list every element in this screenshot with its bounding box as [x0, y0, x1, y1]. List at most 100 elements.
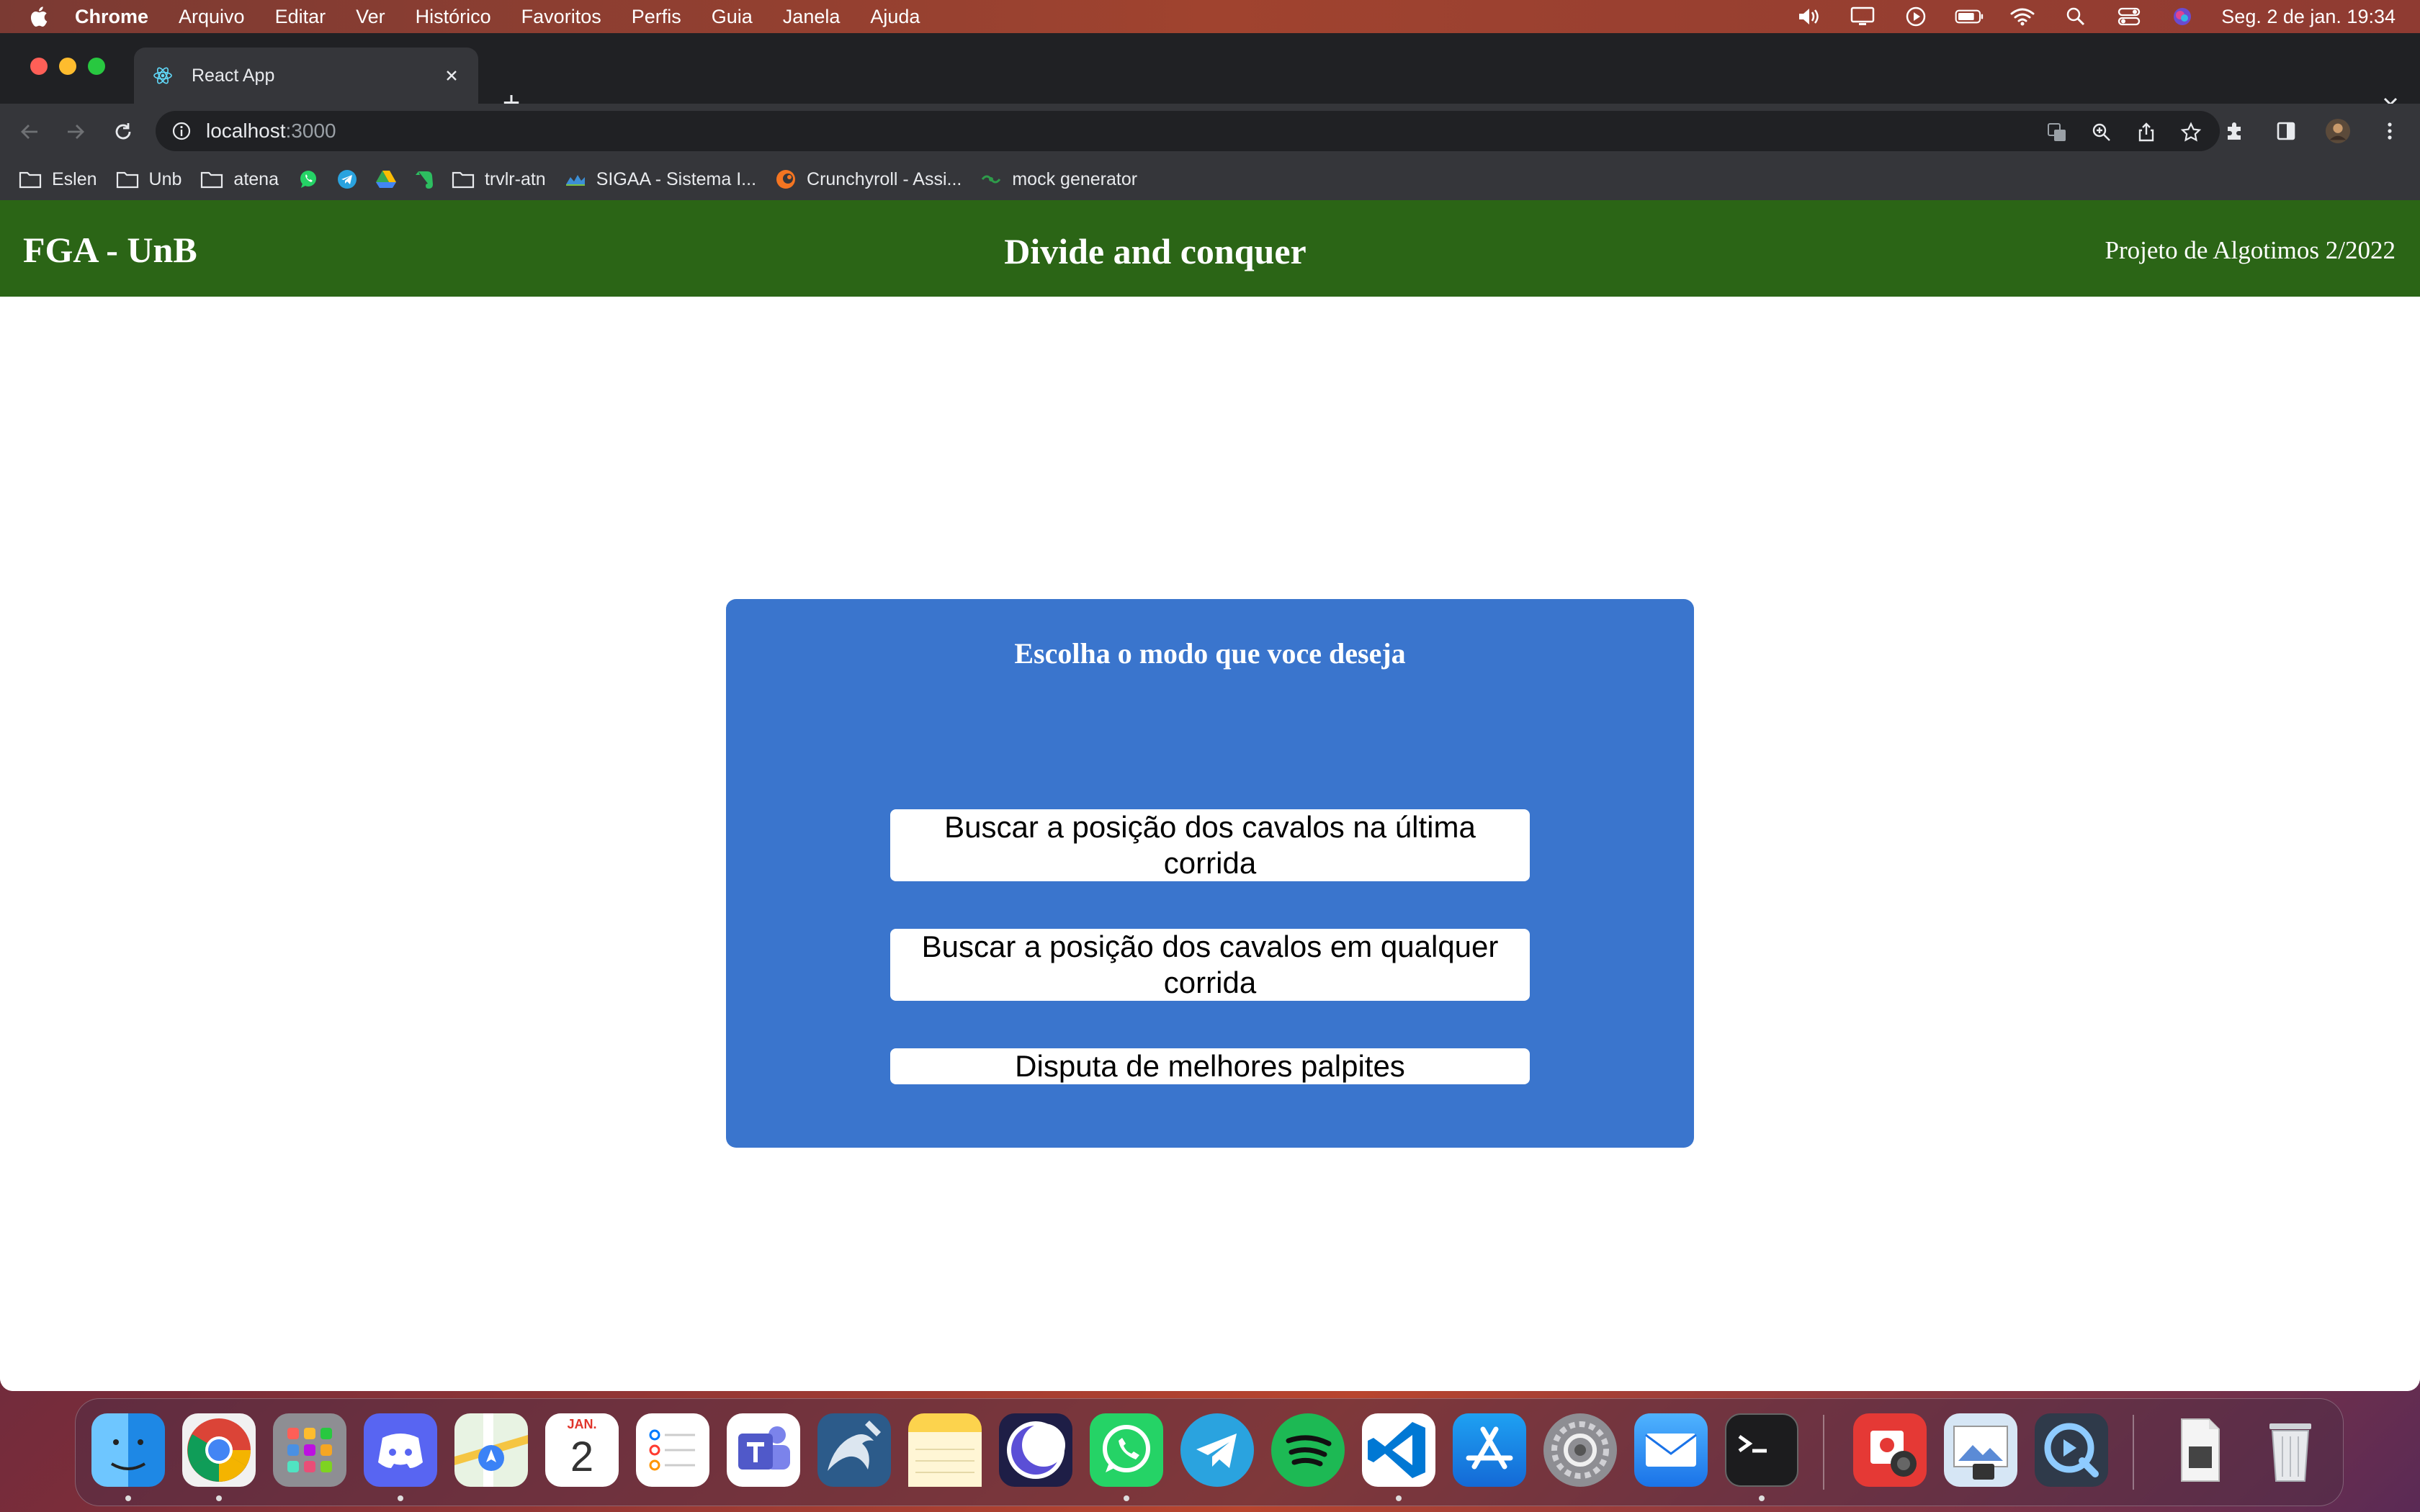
- tab-title: React App: [192, 65, 275, 86]
- menu-ver[interactable]: Ver: [356, 6, 385, 28]
- downloads-stack-icon[interactable]: [2163, 1413, 2236, 1487]
- bookmark-sigaa[interactable]: SIGAA - Sistema I...: [565, 169, 756, 190]
- running-indicator: [1759, 1495, 1765, 1501]
- vscode-icon[interactable]: [1362, 1413, 1435, 1487]
- photo-booth-icon[interactable]: [1853, 1413, 1927, 1487]
- running-indicator: [398, 1495, 403, 1501]
- quicktime-icon[interactable]: [2035, 1413, 2108, 1487]
- bookmark-label: Eslen: [52, 168, 97, 189]
- discord-icon[interactable]: [364, 1413, 437, 1487]
- tab-close-icon[interactable]: [439, 63, 464, 88]
- menu-historico[interactable]: Histórico: [416, 6, 491, 28]
- bookmark-mock-generator[interactable]: mock generator: [980, 169, 1137, 190]
- system-preferences-icon[interactable]: [1543, 1413, 1617, 1487]
- bookmark-unb[interactable]: Unb: [116, 169, 182, 190]
- running-indicator: [1124, 1495, 1129, 1501]
- bookmark-eslen[interactable]: Eslen: [19, 169, 97, 190]
- bookmark-star-icon[interactable]: [2178, 120, 2204, 145]
- moonlight-icon[interactable]: [999, 1413, 1072, 1487]
- share-icon[interactable]: [2133, 120, 2159, 145]
- siri-icon[interactable]: [2168, 6, 2197, 27]
- folder-icon: [116, 171, 138, 189]
- menu-editar[interactable]: Editar: [275, 6, 326, 28]
- teams-icon[interactable]: [727, 1413, 800, 1487]
- site-info-icon[interactable]: [170, 120, 193, 143]
- whatsapp-dock-icon[interactable]: [1090, 1413, 1163, 1487]
- side-panel-icon[interactable]: [2273, 118, 2299, 144]
- close-window-button[interactable]: [30, 58, 48, 75]
- battery-icon[interactable]: [1955, 6, 1984, 27]
- app-store-icon[interactable]: [1453, 1413, 1526, 1487]
- menu-perfis[interactable]: Perfis: [632, 6, 681, 28]
- bookmark-evernote[interactable]: [414, 168, 434, 190]
- menu-ajuda[interactable]: Ajuda: [870, 6, 920, 28]
- menu-guia[interactable]: Guia: [712, 6, 753, 28]
- google-drive-icon: [375, 171, 396, 188]
- menu-janela[interactable]: Janela: [783, 6, 841, 28]
- reminders-icon[interactable]: [636, 1413, 709, 1487]
- bookmark-trvlr-atn[interactable]: trvlr-atn: [452, 169, 546, 190]
- bookmark-label: Unb: [148, 168, 182, 189]
- spotlight-icon[interactable]: [2061, 6, 2090, 27]
- volume-icon[interactable]: [1795, 6, 1824, 27]
- minimize-window-button[interactable]: [59, 58, 76, 75]
- menu-arquivo[interactable]: Arquivo: [179, 6, 245, 28]
- terminal-icon[interactable]: [1725, 1413, 1798, 1487]
- macos-dock: JAN. 2: [75, 1398, 2344, 1506]
- bookmark-label: trvlr-atn: [484, 168, 546, 189]
- trash-icon[interactable]: [2254, 1413, 2327, 1487]
- running-indicator: [216, 1495, 222, 1501]
- launchpad-icon[interactable]: [273, 1413, 346, 1487]
- bookmark-label: SIGAA - Sistema I...: [596, 168, 757, 189]
- bookmark-crunchyroll[interactable]: Crunchyroll - Assi...: [775, 168, 962, 190]
- profile-avatar[interactable]: [2325, 118, 2351, 144]
- url-host: localhost: [206, 120, 286, 142]
- forward-icon[interactable]: [63, 120, 88, 144]
- best-guesses-button[interactable]: Disputa de melhores palpites: [890, 1048, 1530, 1084]
- extensions-icon[interactable]: [2221, 118, 2247, 144]
- menu-app-name[interactable]: Chrome: [75, 6, 148, 28]
- address-bar[interactable]: localhost:3000: [156, 111, 2220, 151]
- url-text[interactable]: localhost:3000: [206, 120, 336, 143]
- chrome-icon[interactable]: [182, 1413, 256, 1487]
- url-port: :3000: [285, 120, 336, 142]
- react-favicon-icon: [153, 67, 172, 84]
- whatsapp-icon: [300, 171, 316, 188]
- wifi-icon[interactable]: [2008, 6, 2037, 27]
- display-icon[interactable]: [1848, 6, 1877, 27]
- spotify-icon[interactable]: [1271, 1413, 1345, 1487]
- folder-icon: [452, 171, 475, 189]
- zoom-window-button[interactable]: [88, 58, 105, 75]
- translate-icon[interactable]: [2044, 120, 2070, 145]
- mysql-workbench-icon[interactable]: [817, 1413, 891, 1487]
- any-race-positions-button[interactable]: Buscar a posição dos cavalos em qualquer…: [890, 929, 1530, 1001]
- calendar-icon[interactable]: JAN. 2: [545, 1413, 619, 1487]
- mail-icon[interactable]: [1634, 1413, 1708, 1487]
- header-title: Divide and conquer: [1004, 231, 1307, 271]
- apple-menu-icon[interactable]: [27, 5, 49, 28]
- bookmark-google-drive[interactable]: [375, 169, 397, 189]
- control-center-icon[interactable]: [2115, 6, 2143, 27]
- evernote-icon: [415, 171, 433, 189]
- bookmark-telegram[interactable]: [336, 168, 358, 190]
- bookmark-whatsapp[interactable]: [297, 168, 319, 190]
- bookmark-atena[interactable]: atena: [200, 169, 279, 190]
- menubar-datetime[interactable]: Seg. 2 de jan. 19:34: [2221, 6, 2396, 28]
- preview-icon[interactable]: [1944, 1413, 2017, 1487]
- maps-icon[interactable]: [454, 1413, 528, 1487]
- menu-favoritos[interactable]: Favoritos: [521, 6, 601, 28]
- mode-selection-card: Escolha o modo que voce deseja Buscar a …: [726, 599, 1694, 1148]
- reload-icon[interactable]: [111, 120, 135, 144]
- app-header: FGA - UnB Divide and conquer Projeto de …: [0, 200, 2420, 297]
- header-project: Projeto de Algotimos 2/2022: [2105, 236, 2396, 264]
- zoom-icon[interactable]: [2089, 120, 2115, 145]
- play-icon[interactable]: [1901, 6, 1930, 27]
- last-race-positions-button[interactable]: Buscar a posição dos cavalos na última c…: [890, 809, 1530, 881]
- telegram-dock-icon[interactable]: [1180, 1413, 1254, 1487]
- more-menu-icon[interactable]: [2377, 118, 2403, 144]
- telegram-icon: [337, 170, 357, 189]
- finder-icon[interactable]: [91, 1413, 165, 1487]
- notes-icon[interactable]: [908, 1413, 982, 1487]
- back-icon[interactable]: [17, 120, 42, 144]
- tab-react-app[interactable]: React App: [134, 48, 478, 104]
